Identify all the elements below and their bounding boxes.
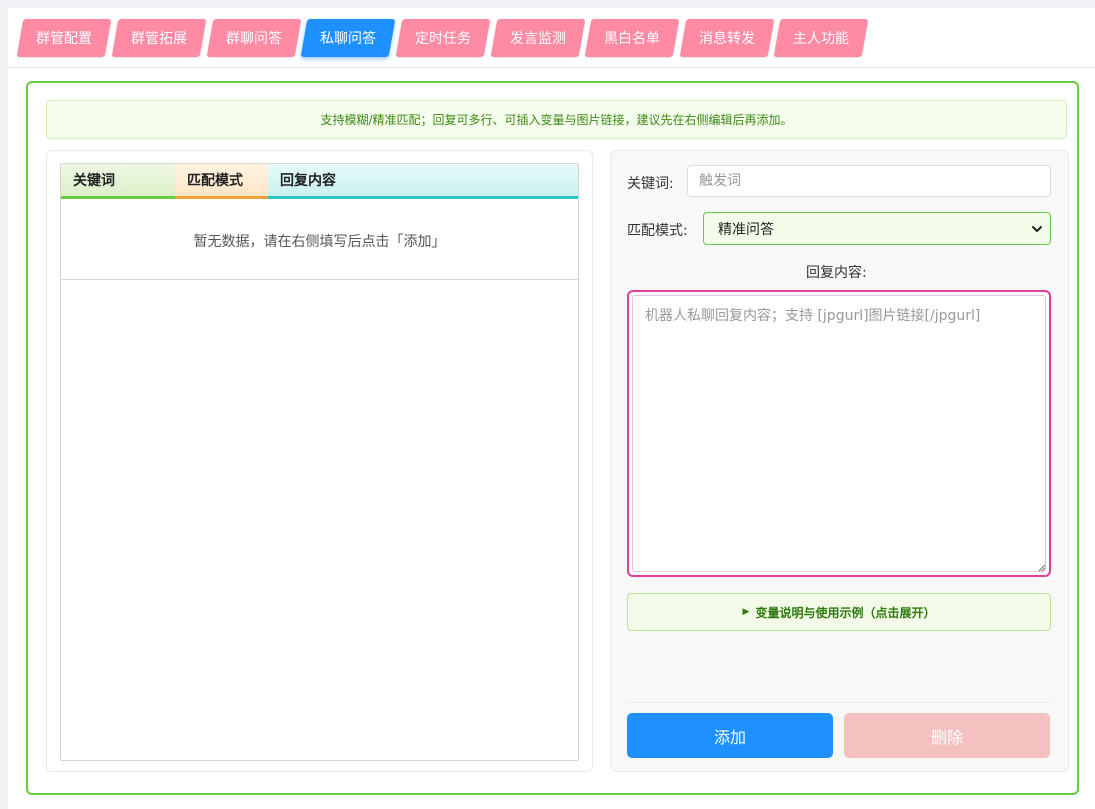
tab-label: 发言监测 bbox=[510, 31, 566, 47]
tab-label: 消息转发 bbox=[699, 31, 755, 47]
tab-group-qa[interactable]: 群聊问答 bbox=[206, 19, 302, 57]
tab-private-qa[interactable]: 私聊问答 bbox=[300, 19, 396, 57]
column-header-keyword: 关键词 bbox=[61, 164, 175, 199]
match-mode-label: 匹配模式: bbox=[627, 223, 688, 239]
reply-textarea-frame: 机器人私聊回复内容；支持 [jpgurl]图片链接[/jpgurl] bbox=[627, 290, 1051, 577]
table-header: 关键词 匹配模式 回复内容 bbox=[61, 164, 578, 202]
tab-owner-functions[interactable]: 主人功能 bbox=[773, 19, 869, 57]
variables-help-toggle[interactable]: ▶ 变量说明与使用示例（点击展开） bbox=[627, 593, 1051, 631]
add-button[interactable]: 添加 bbox=[627, 713, 833, 758]
notice-banner: 支持模糊/精准匹配；回复可多行、可插入变量与图片链接，建议先在右侧编辑后再添加。 bbox=[46, 100, 1067, 139]
tab-message-forward[interactable]: 消息转发 bbox=[679, 19, 775, 57]
qa-table: 关键词 匹配模式 回复内容 暂无数据，请在右侧填写后点击「添加」 bbox=[60, 163, 579, 761]
match-mode-select[interactable]: 精准问答 bbox=[703, 212, 1051, 245]
tab-scheduled-tasks[interactable]: 定时任务 bbox=[395, 19, 491, 57]
tab-speech-monitor[interactable]: 发言监测 bbox=[490, 19, 586, 57]
resize-grip-icon[interactable] bbox=[1036, 562, 1046, 572]
tab-label: 群聊问答 bbox=[226, 31, 282, 47]
reply-label: 回复内容: bbox=[806, 265, 867, 281]
tab-group-config[interactable]: 群管配置 bbox=[16, 19, 112, 57]
delete-button[interactable]: 删除 bbox=[844, 713, 1050, 758]
divider bbox=[627, 702, 1051, 703]
qa-list-card: 关键词 匹配模式 回复内容 暂无数据，请在右侧填写后点击「添加」 bbox=[46, 150, 593, 772]
match-mode-value: 精准问答 bbox=[718, 221, 774, 238]
keyword-label: 关键词: bbox=[627, 176, 674, 192]
qa-editor-card: 关键词: 匹配模式: 精准问答 回复内容: 机器人私聊回复内容；支持 [jpgu… bbox=[610, 150, 1069, 772]
variables-help-label: 变量说明与使用示例（点击展开） bbox=[755, 605, 936, 620]
keyword-input[interactable] bbox=[687, 165, 1051, 197]
tab-label: 群管拓展 bbox=[131, 31, 187, 47]
tab-group-extend[interactable]: 群管拓展 bbox=[111, 19, 207, 57]
tab-label: 群管配置 bbox=[36, 31, 92, 47]
app-card: 群管配置 群管拓展 群聊问答 私聊问答 定时任务 发言监测 黑白名单 消息转发 … bbox=[8, 8, 1095, 809]
empty-state-row: 暂无数据，请在右侧填写后点击「添加」 bbox=[61, 202, 578, 280]
column-header-reply: 回复内容 bbox=[268, 164, 578, 199]
tab-label: 黑白名单 bbox=[604, 31, 660, 47]
chevron-down-icon bbox=[1032, 226, 1042, 232]
private-qa-panel: 支持模糊/精准匹配；回复可多行、可插入变量与图片链接，建议先在右侧编辑后再添加。… bbox=[26, 81, 1079, 795]
triangle-right-icon: ▶ bbox=[742, 607, 750, 617]
tab-bar: 群管配置 群管拓展 群聊问答 私聊问答 定时任务 发言监测 黑白名单 消息转发 … bbox=[8, 8, 1095, 68]
tab-black-white-list[interactable]: 黑白名单 bbox=[584, 19, 680, 57]
tab-label: 定时任务 bbox=[415, 31, 471, 47]
column-header-match-mode: 匹配模式 bbox=[175, 164, 268, 199]
tab-label: 主人功能 bbox=[793, 31, 849, 47]
reply-textarea[interactable]: 机器人私聊回复内容；支持 [jpgurl]图片链接[/jpgurl] bbox=[632, 295, 1046, 572]
tab-label: 私聊问答 bbox=[320, 31, 376, 47]
